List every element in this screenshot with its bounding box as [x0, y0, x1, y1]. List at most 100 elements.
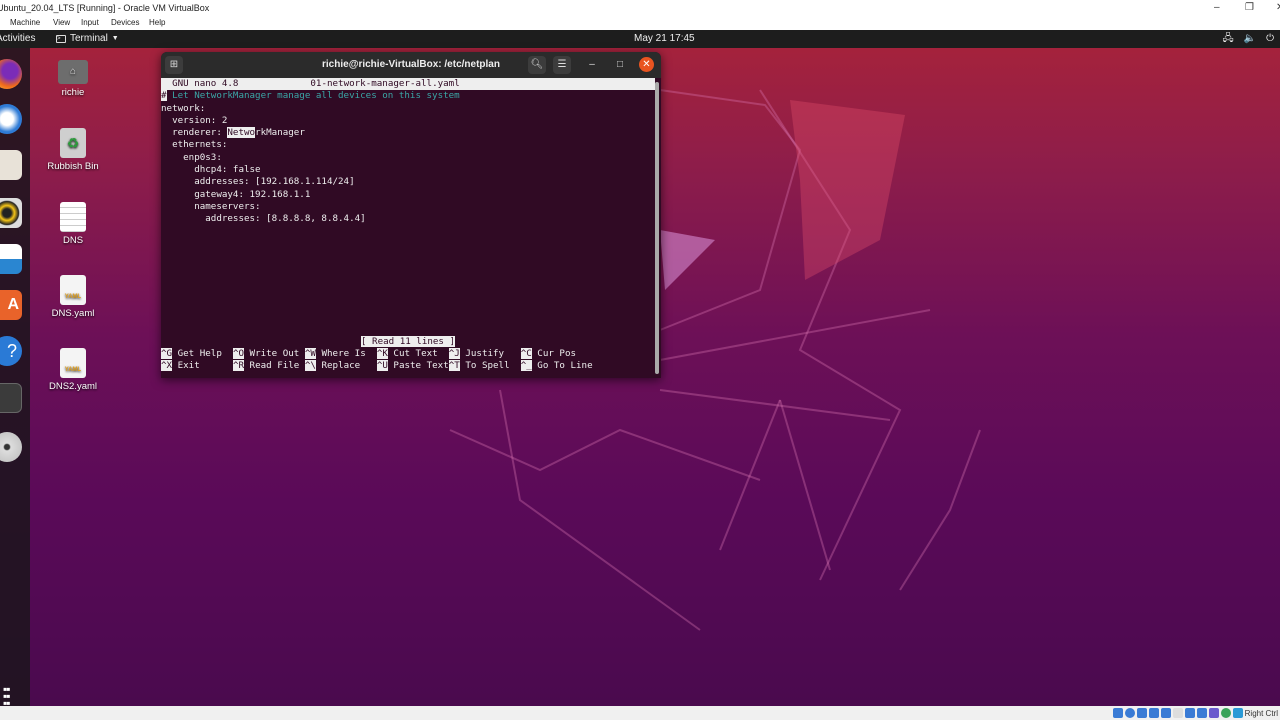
- terminal-window[interactable]: ⊞ richie@richie-VirtualBox: /etc/netplan…: [161, 52, 661, 378]
- maximize-icon[interactable]: □: [611, 56, 629, 74]
- menu-help[interactable]: Help: [149, 16, 165, 30]
- menu-devices[interactable]: Devices: [111, 16, 139, 30]
- yaml-file-icon: YAML: [60, 348, 86, 378]
- close-icon[interactable]: ✕: [1276, 0, 1280, 16]
- shortcut-label: Get Help: [172, 348, 233, 359]
- shortcut-label: Justify: [459, 348, 521, 359]
- menu-input[interactable]: Input: [81, 16, 99, 30]
- activities-button[interactable]: Activities: [0, 30, 35, 48]
- text-selection: Netwo: [227, 127, 256, 139]
- dock-firefox[interactable]: [0, 59, 22, 89]
- terminal-app-icon: >: [56, 35, 66, 43]
- cpu-icon[interactable]: [1208, 708, 1219, 718]
- nano-title-bar: GNU nano 4.8 01-network-manager-all.yaml: [161, 78, 655, 91]
- nano-editor[interactable]: GNU nano 4.8 01-network-manager-all.yaml…: [161, 78, 655, 378]
- desktop-icon-dns[interactable]: DNS: [38, 202, 108, 246]
- chevron-down-icon: ▼: [111, 35, 119, 42]
- shortcut-key: ^\: [304, 360, 316, 372]
- file-line: network:: [161, 102, 206, 114]
- trash-icon: ♻: [60, 128, 86, 158]
- text-file-icon: [60, 202, 86, 232]
- shortcut-key: ^J: [448, 348, 460, 359]
- gnome-top-bar: Activities > Terminal ▼ May 21 17:45 🖧 🔈…: [0, 30, 1280, 48]
- desktop-icon-rubbish-bin[interactable]: ♻ Rubbish Bin: [38, 128, 108, 172]
- hard-disk-icon[interactable]: [1112, 708, 1123, 718]
- terminal-title: richie@richie-VirtualBox: /etc/netplan: [322, 59, 500, 70]
- shortcut-label: Cut Text: [387, 348, 449, 359]
- close-icon[interactable]: ✕: [639, 57, 654, 72]
- network-adapter-icon[interactable]: [1148, 708, 1159, 718]
- desktop-icon-label: DNS.yaml: [51, 308, 95, 319]
- audio-icon[interactable]: [1136, 708, 1147, 718]
- minimize-icon[interactable]: –: [1214, 0, 1220, 16]
- search-icon[interactable]: 🔍︎: [528, 56, 546, 74]
- shortcut-label: Read File: [244, 360, 305, 372]
- restore-icon[interactable]: ❐: [1245, 0, 1254, 16]
- terminal-scrollbar[interactable]: [655, 82, 659, 374]
- dock-files[interactable]: [0, 150, 22, 180]
- desktop-icon-label: DNS: [62, 235, 84, 246]
- keyboard-icon[interactable]: [1232, 708, 1243, 718]
- file-line: renderer: NetworkManager: [161, 127, 305, 139]
- system-tray[interactable]: 🖧 🔈 ⏻: [1222, 30, 1274, 48]
- file-line: gateway4: 192.168.1.1: [161, 188, 311, 200]
- file-line: nameservers:: [161, 200, 261, 212]
- shared-folders-icon[interactable]: [1172, 708, 1183, 718]
- show-apps-icon[interactable]: ▪▪ ▪▪ ▪▪: [3, 683, 10, 706]
- dock-help[interactable]: ?: [0, 336, 22, 366]
- power-icon: ⏻: [1266, 33, 1274, 44]
- host-key-label: Right Ctrl: [1244, 708, 1278, 718]
- shortcut-label: Where Is: [315, 348, 377, 359]
- vbox-status-bar: Right Ctrl: [0, 706, 1280, 720]
- shortcut-label: Replace: [315, 360, 377, 372]
- shortcut-label: To Spell: [459, 360, 521, 372]
- file-line-comment: # Let NetworkManager manage all devices …: [161, 90, 460, 102]
- app-menu-label: Terminal: [70, 33, 108, 44]
- optical-drive-icon[interactable]: [1124, 708, 1135, 718]
- shortcut-label: Paste Text: [387, 360, 449, 372]
- file-line: addresses: [8.8.8.8, 8.8.4.4]: [161, 213, 366, 225]
- clock[interactable]: May 21 17:45: [634, 30, 695, 48]
- vbox-status-icons: Right Ctrl: [1112, 708, 1278, 718]
- file-line: version: 2: [161, 114, 228, 126]
- desktop-icon-dns2-yaml[interactable]: YAML DNS2.yaml: [38, 348, 108, 392]
- nano-status-line: [ Read 11 lines ]: [360, 336, 456, 347]
- shortcut-label: Exit: [172, 360, 233, 372]
- file-line: enp0s3:: [161, 151, 222, 163]
- new-tab-icon[interactable]: ⊞: [165, 56, 183, 74]
- nano-shortcuts: ^G Get Help ^O Write Out ^W Where Is ^K …: [161, 348, 655, 373]
- dock-thunderbird[interactable]: [0, 104, 22, 134]
- app-menu-terminal[interactable]: > Terminal ▼: [56, 30, 119, 48]
- shortcut-key: ^C: [520, 348, 532, 359]
- dock: A ? ▪▪ ▪▪ ▪▪: [0, 48, 30, 706]
- dock-dvd[interactable]: [0, 432, 22, 462]
- nano-version: GNU nano 4.8: [172, 78, 239, 89]
- mouse-integration-icon[interactable]: [1220, 708, 1231, 718]
- video-capture-icon[interactable]: [1196, 708, 1207, 718]
- desktop-icon-home[interactable]: ⌂ richie: [38, 60, 108, 98]
- shortcut-key: ^K: [376, 348, 388, 359]
- menu-machine[interactable]: Machine: [10, 16, 40, 30]
- volume-icon: 🔈: [1243, 33, 1257, 44]
- shortcut-row: ^G Get Help ^O Write Out ^W Where Is ^K …: [161, 348, 655, 360]
- vbox-menu-bar: Machine View Input Devices Help: [0, 16, 1280, 30]
- display-icon[interactable]: [1184, 708, 1195, 718]
- vm-screen: Activities > Terminal ▼ May 21 17:45 🖧 🔈…: [0, 30, 1280, 706]
- dock-rhythmbox[interactable]: [0, 198, 22, 228]
- dock-terminal[interactable]: [0, 383, 22, 413]
- shortcut-key: ^_: [520, 360, 532, 372]
- shortcut-label: Write Out: [244, 348, 305, 359]
- home-folder-icon: ⌂: [58, 60, 88, 84]
- terminal-header-bar[interactable]: ⊞ richie@richie-VirtualBox: /etc/netplan…: [161, 52, 661, 78]
- minimize-icon[interactable]: –: [583, 56, 601, 74]
- menu-view[interactable]: View: [53, 16, 70, 30]
- dock-ubuntu-software[interactable]: A: [0, 290, 22, 320]
- shortcut-label: Go To Line: [531, 360, 593, 372]
- desktop-icon-label: DNS2.yaml: [48, 381, 98, 392]
- hamburger-menu-icon[interactable]: ☰: [553, 56, 571, 74]
- desktop-icon-dns-yaml[interactable]: YAML DNS.yaml: [38, 275, 108, 319]
- usb-icon[interactable]: [1160, 708, 1171, 718]
- dock-libreoffice-writer[interactable]: [0, 244, 22, 274]
- nano-filename: 01-network-manager-all.yaml: [310, 78, 460, 89]
- vbox-title-bar: Ubuntu_20.04_LTS [Running] - Oracle VM V…: [0, 0, 1280, 16]
